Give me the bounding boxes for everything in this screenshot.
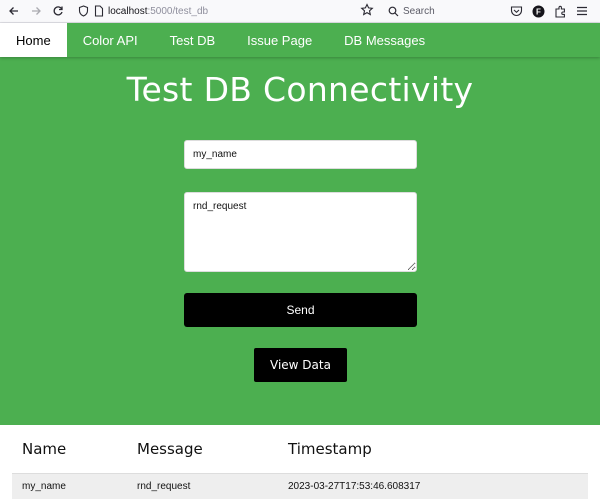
browser-toolbar: localhost:5000/test_db Search F <box>0 0 600 23</box>
shield-icon <box>78 5 89 17</box>
send-button[interactable]: Send <box>184 293 417 327</box>
back-icon[interactable] <box>4 1 24 21</box>
cell-timestamp: 2023-03-27T17:53:46.608317 <box>278 472 588 499</box>
nav-issue-page[interactable]: Issue Page <box>231 23 328 57</box>
menu-icon[interactable] <box>574 2 590 20</box>
main-panel: Test DB Connectivity rnd_request Send Vi… <box>0 57 600 425</box>
column-header-timestamp: Timestamp <box>288 439 372 458</box>
column-header-name: Name <box>22 439 67 458</box>
search-placeholder: Search <box>403 6 435 17</box>
nav-color-api[interactable]: Color API <box>67 23 154 57</box>
page-title: Test DB Connectivity <box>126 70 474 109</box>
messages-table: Name Message Timestamp my_name rnd_reque… <box>12 425 588 499</box>
name-input[interactable] <box>184 140 417 169</box>
nav-db-messages[interactable]: DB Messages <box>328 23 441 57</box>
svg-text:F: F <box>536 7 541 16</box>
search-icon <box>388 6 399 17</box>
account-icon[interactable]: F <box>530 2 546 20</box>
bookmark-star-icon[interactable] <box>360 2 374 21</box>
nav-home[interactable]: Home <box>0 23 67 57</box>
column-header-message: Message <box>137 439 203 458</box>
page-icon <box>94 5 104 17</box>
cell-message: rnd_request <box>127 472 278 499</box>
forward-icon[interactable] <box>26 1 46 21</box>
nav-test-db[interactable]: Test DB <box>154 23 232 57</box>
extensions-icon[interactable] <box>552 2 568 20</box>
cell-name: my_name <box>12 472 127 499</box>
address-bar[interactable]: localhost:5000/test_db <box>78 5 208 17</box>
url-text: localhost:5000/test_db <box>108 5 209 17</box>
table-row: my_name rnd_request 2023-03-27T17:53:46.… <box>12 472 588 499</box>
browser-search[interactable]: Search <box>380 2 495 21</box>
view-data-button[interactable]: View Data <box>254 348 347 382</box>
request-textarea[interactable]: rnd_request <box>184 192 417 272</box>
top-nav: Home Color API Test DB Issue Page DB Mes… <box>0 23 600 57</box>
table-header-row: Name Message Timestamp <box>12 425 588 473</box>
reload-icon[interactable] <box>48 1 68 21</box>
pocket-icon[interactable] <box>508 2 524 20</box>
